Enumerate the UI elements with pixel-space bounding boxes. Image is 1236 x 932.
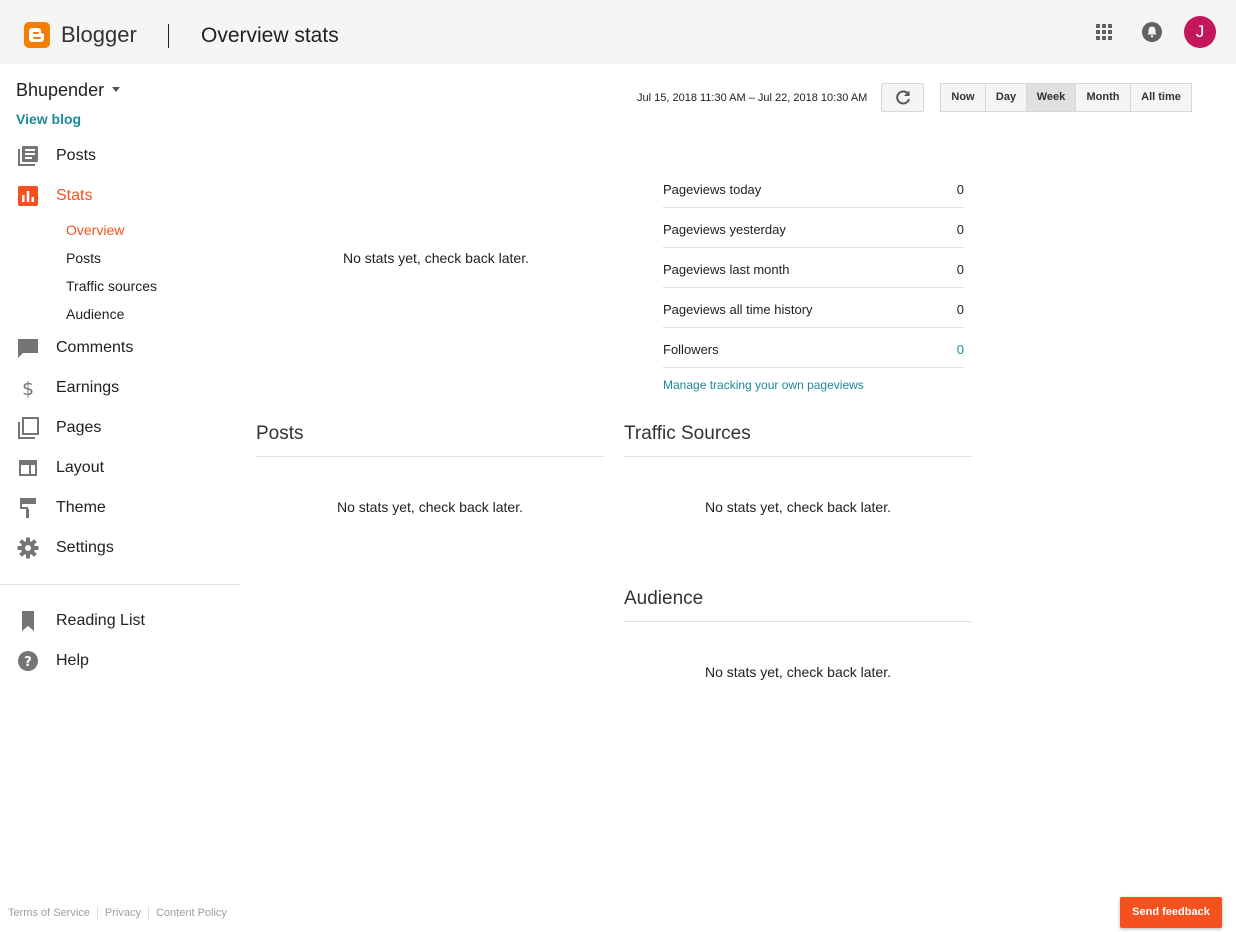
header-divider bbox=[168, 24, 169, 48]
sidebar-item-label: Posts bbox=[56, 147, 97, 164]
pages-icon bbox=[17, 417, 39, 439]
sidebar-item-posts[interactable]: Posts bbox=[0, 136, 240, 176]
posts-section-divider bbox=[256, 456, 604, 457]
app-header: Blogger Overview stats J bbox=[0, 0, 1236, 64]
comment-icon bbox=[17, 337, 39, 359]
sidebar-item-label: Theme bbox=[56, 499, 106, 516]
sidebar-item-label: Reading List bbox=[56, 612, 145, 629]
apps-grid-icon[interactable] bbox=[1094, 22, 1114, 42]
privacy-link[interactable]: Privacy bbox=[105, 907, 141, 919]
stat-label: Pageviews all time history bbox=[663, 302, 813, 317]
audience-section-title: Audience bbox=[624, 588, 704, 609]
stat-row-followers: Followers 0 bbox=[663, 328, 964, 368]
svg-text:$: $ bbox=[22, 378, 34, 399]
dollar-icon: $ bbox=[17, 377, 39, 400]
bookmark-icon bbox=[17, 610, 39, 632]
footer-links: Terms of Service Privacy Content Policy bbox=[8, 907, 227, 920]
account-avatar[interactable]: J bbox=[1184, 16, 1216, 48]
sidebar-item-pages[interactable]: Pages bbox=[0, 408, 240, 448]
sidebar-item-layout[interactable]: Layout bbox=[0, 448, 240, 488]
stat-row-pageviews-today: Pageviews today 0 bbox=[663, 168, 964, 208]
stat-label: Pageviews today bbox=[663, 182, 762, 197]
stat-value: 0 bbox=[956, 302, 964, 317]
paint-roller-icon bbox=[17, 497, 39, 519]
sidebar-item-theme[interactable]: Theme bbox=[0, 488, 240, 528]
sidebar-item-label: Settings bbox=[56, 539, 114, 556]
terms-of-service-link[interactable]: Terms of Service bbox=[8, 907, 90, 919]
stat-value: 0 bbox=[956, 262, 964, 277]
stat-row-pageviews-last-month: Pageviews last month 0 bbox=[663, 248, 964, 288]
send-feedback-button[interactable]: Send feedback bbox=[1120, 897, 1222, 928]
caret-down-icon[interactable] bbox=[112, 87, 120, 92]
traffic-section-title: Traffic Sources bbox=[624, 423, 751, 444]
stat-label: Pageviews last month bbox=[663, 262, 790, 277]
brand-name[interactable]: Blogger bbox=[61, 22, 137, 48]
range-now-button[interactable]: Now bbox=[940, 83, 986, 112]
help-icon: ? bbox=[17, 650, 39, 672]
stats-subitem-posts[interactable]: Posts bbox=[66, 249, 101, 267]
traffic-section-divider bbox=[624, 456, 972, 457]
blogger-logo-icon[interactable] bbox=[24, 22, 50, 48]
sidebar-item-label: Layout bbox=[56, 459, 105, 476]
sidebar-item-label: Comments bbox=[56, 339, 134, 356]
overview-empty-message: No stats yet, check back later. bbox=[343, 250, 529, 266]
manage-tracking-link[interactable]: Manage tracking your own pageviews bbox=[663, 377, 864, 393]
svg-text:?: ? bbox=[24, 655, 32, 670]
date-range-label: Jul 15, 2018 11:30 AM – Jul 22, 2018 10:… bbox=[637, 92, 868, 104]
stat-row-pageviews-yesterday: Pageviews yesterday 0 bbox=[663, 208, 964, 248]
posts-icon bbox=[17, 145, 39, 167]
sidebar-item-label: Earnings bbox=[56, 379, 120, 396]
stat-value: 0 bbox=[956, 182, 964, 197]
blog-selector[interactable]: Bhupender bbox=[16, 79, 104, 101]
posts-empty-message: No stats yet, check back later. bbox=[337, 499, 523, 515]
refresh-icon bbox=[896, 90, 910, 105]
range-day-button[interactable]: Day bbox=[985, 83, 1027, 112]
range-week-button[interactable]: Week bbox=[1026, 83, 1076, 112]
stat-label: Pageviews yesterday bbox=[663, 222, 786, 237]
traffic-empty-message: No stats yet, check back later. bbox=[705, 499, 891, 515]
followers-count-link[interactable]: 0 bbox=[957, 342, 964, 358]
layout-icon bbox=[17, 457, 39, 479]
stats-subitem-overview[interactable]: Overview bbox=[66, 221, 124, 239]
audience-section-divider bbox=[624, 621, 972, 622]
posts-section-title: Posts bbox=[256, 423, 304, 444]
sidebar-divider bbox=[0, 584, 240, 585]
stat-value: 0 bbox=[956, 222, 964, 237]
sidebar-item-stats[interactable]: Stats bbox=[0, 176, 240, 216]
view-blog-link[interactable]: View blog bbox=[16, 110, 81, 128]
stat-label: Followers bbox=[663, 342, 719, 357]
stats-icon bbox=[17, 185, 39, 207]
notifications-bell-icon[interactable] bbox=[1140, 20, 1164, 44]
sidebar-item-help[interactable]: ? Help bbox=[0, 641, 240, 681]
audience-empty-message: No stats yet, check back later. bbox=[705, 664, 891, 680]
sidebar-item-comments[interactable]: Comments bbox=[0, 328, 240, 368]
sidebar-item-earnings[interactable]: $ Earnings bbox=[0, 368, 240, 408]
refresh-button[interactable] bbox=[881, 83, 924, 112]
sidebar-item-label: Help bbox=[56, 652, 89, 669]
range-month-button[interactable]: Month bbox=[1075, 83, 1131, 112]
stats-subitem-traffic-sources[interactable]: Traffic sources bbox=[66, 277, 157, 295]
gear-icon bbox=[17, 537, 39, 559]
content-policy-link[interactable]: Content Policy bbox=[156, 907, 227, 919]
page-title: Overview stats bbox=[201, 24, 339, 47]
sidebar-item-reading-list[interactable]: Reading List bbox=[0, 601, 240, 641]
sidebar-item-label: Pages bbox=[56, 419, 102, 436]
stats-subitem-audience[interactable]: Audience bbox=[66, 305, 124, 323]
footer-separator bbox=[96, 907, 98, 920]
stat-row-pageviews-all-time: Pageviews all time history 0 bbox=[663, 288, 964, 328]
footer-separator bbox=[147, 907, 149, 920]
range-alltime-button[interactable]: All time bbox=[1130, 83, 1192, 112]
sidebar-item-label: Stats bbox=[56, 187, 93, 204]
sidebar-item-settings[interactable]: Settings bbox=[0, 528, 240, 568]
